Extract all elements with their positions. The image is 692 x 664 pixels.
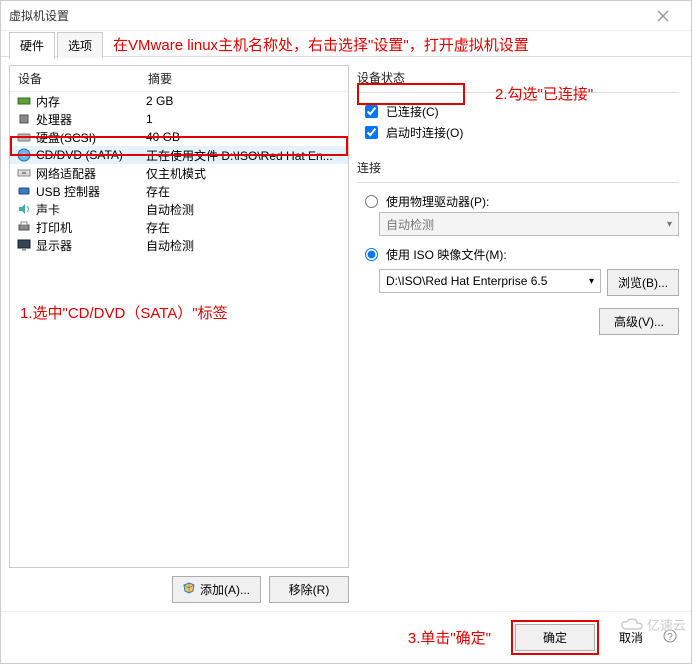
shield-icon — [183, 582, 195, 594]
device-status-group: 设备状态 已连接(C) 启动时连接(O) 2.勾选"已连接" — [357, 65, 679, 147]
iso-label: 使用 ISO 映像文件(M): — [386, 246, 507, 263]
tabs-row: 硬件 选项 在VMware linux主机名称处，右击选择"设置"，打开虚拟机设… — [1, 31, 691, 57]
hardware-rows: 内存 2 GB 处理器 1 硬盘(SCSI) 40 GB — [10, 92, 348, 567]
poweron-label: 启动时连接(O) — [386, 124, 463, 141]
device-label: 声卡 — [36, 201, 146, 218]
close-icon — [657, 10, 669, 22]
memory-icon — [16, 94, 32, 108]
hardware-list-header: 设备 摘要 — [10, 66, 348, 92]
device-label: 处理器 — [36, 111, 146, 128]
summary-label: 2 GB — [146, 94, 342, 108]
summary-label: 自动检测 — [146, 237, 342, 254]
device-label: USB 控制器 — [36, 183, 146, 200]
device-label: 显示器 — [36, 237, 146, 254]
summary-label: 40 GB — [146, 130, 342, 144]
tab-options[interactable]: 选项 — [57, 32, 103, 58]
hw-row-network[interactable]: 网络适配器 仅主机模式 — [10, 164, 348, 182]
close-button[interactable] — [643, 2, 683, 30]
add-label: 添加(A)... — [200, 583, 250, 597]
device-label: 内存 — [36, 93, 146, 110]
hw-row-memory[interactable]: 内存 2 GB — [10, 92, 348, 110]
hw-row-cpu[interactable]: 处理器 1 — [10, 110, 348, 128]
iso-radio-row[interactable]: 使用 ISO 映像文件(M): — [357, 244, 679, 265]
add-hardware-button[interactable]: 添加(A)... — [172, 576, 261, 603]
summary-label: 正在使用文件 D:\ISO\Red Hat En... — [146, 147, 342, 164]
cpu-icon — [16, 112, 32, 126]
summary-label: 1 — [146, 112, 342, 126]
footer: 3.单击"确定" 确定 取消 ? — [1, 611, 691, 663]
divider — [357, 182, 679, 183]
summary-label: 存在 — [146, 183, 342, 200]
help-icon[interactable]: ? — [663, 629, 677, 646]
settings-window: 虚拟机设置 硬件 选项 在VMware linux主机名称处，右击选择"设置"，… — [0, 0, 692, 664]
advanced-row: 高级(V)... — [357, 308, 679, 335]
summary-label: 仅主机模式 — [146, 165, 342, 182]
printer-icon — [16, 220, 32, 234]
body-area: 设备 摘要 内存 2 GB 处理器 1 — [1, 57, 691, 611]
left-buttons: 添加(A)... 移除(R) — [9, 576, 349, 603]
sound-icon — [16, 202, 32, 216]
physical-drive-label: 使用物理驱动器(P): — [386, 193, 489, 210]
device-label: 硬盘(SCSI) — [36, 129, 146, 146]
annotation-step1: 1.选中"CD/DVD（SATA）"标签 — [16, 300, 232, 325]
connection-group: 连接 使用物理驱动器(P): 自动检测 ▾ 使用 ISO 映像文件(M): — [357, 155, 679, 339]
physical-drive-dropdown-wrap: 自动检测 ▾ — [379, 212, 679, 236]
right-panel: 设备状态 已连接(C) 启动时连接(O) 2.勾选"已连接" 连接 — [357, 65, 683, 603]
tab-hardware[interactable]: 硬件 — [9, 32, 55, 59]
display-icon — [16, 238, 32, 252]
device-label: CD/DVD (SATA) — [36, 148, 146, 162]
iso-radio[interactable] — [365, 248, 378, 261]
chevron-down-icon: ▾ — [667, 219, 672, 230]
summary-label: 存在 — [146, 219, 342, 236]
connected-checkbox[interactable] — [365, 105, 378, 118]
hw-row-display[interactable]: 显示器 自动检测 — [10, 236, 348, 254]
disk-icon — [16, 130, 32, 144]
poweron-checkbox[interactable] — [365, 126, 378, 139]
left-panel: 设备 摘要 内存 2 GB 处理器 1 — [9, 65, 349, 603]
hw-row-usb[interactable]: USB 控制器 存在 — [10, 182, 348, 200]
browse-button[interactable]: 浏览(B)... — [607, 269, 679, 296]
usb-icon — [16, 184, 32, 198]
hardware-list: 设备 摘要 内存 2 GB 处理器 1 — [9, 65, 349, 568]
connection-title: 连接 — [357, 159, 679, 176]
col-device: 设备 — [18, 70, 148, 87]
physical-drive-dropdown: 自动检测 ▾ — [379, 212, 679, 236]
hw-row-disk[interactable]: 硬盘(SCSI) 40 GB — [10, 128, 348, 146]
physical-drive-radio[interactable] — [365, 195, 378, 208]
physical-drive-value: 自动检测 — [386, 216, 434, 233]
hw-row-sound[interactable]: 声卡 自动检测 — [10, 200, 348, 218]
hw-row-cddvd[interactable]: CD/DVD (SATA) 正在使用文件 D:\ISO\Red Hat En..… — [10, 146, 348, 164]
connected-label: 已连接(C) — [386, 103, 439, 120]
col-summary: 摘要 — [148, 70, 340, 87]
iso-row: D:\ISO\Red Hat Enterprise 6.5 ▾ 浏览(B)... — [379, 269, 679, 296]
advanced-button[interactable]: 高级(V)... — [599, 308, 679, 335]
svg-text:?: ? — [667, 632, 673, 643]
device-label: 打印机 — [36, 219, 146, 236]
iso-path-dropdown[interactable]: D:\ISO\Red Hat Enterprise 6.5 ▾ — [379, 269, 601, 293]
annotation-top: 在VMware linux主机名称处，右击选择"设置"，打开虚拟机设置 — [113, 34, 529, 55]
network-icon — [16, 166, 32, 180]
chevron-down-icon: ▾ — [589, 276, 594, 287]
hw-row-printer[interactable]: 打印机 存在 — [10, 218, 348, 236]
iso-path-value: D:\ISO\Red Hat Enterprise 6.5 — [386, 274, 547, 288]
connected-checkbox-row[interactable]: 已连接(C) — [357, 101, 679, 122]
cd-icon — [16, 148, 32, 162]
poweron-checkbox-row[interactable]: 启动时连接(O) — [357, 122, 679, 143]
annotation-step2: 2.勾选"已连接" — [495, 83, 593, 104]
annotation-box-ok: 确定 — [511, 620, 599, 655]
annotation-step3: 3.单击"确定" — [408, 627, 491, 648]
cancel-button[interactable]: 取消 — [609, 625, 653, 650]
titlebar: 虚拟机设置 — [1, 1, 691, 31]
ok-button[interactable]: 确定 — [515, 624, 595, 651]
window-title: 虚拟机设置 — [9, 7, 69, 24]
physical-drive-radio-row[interactable]: 使用物理驱动器(P): — [357, 191, 679, 212]
remove-hardware-button[interactable]: 移除(R) — [269, 576, 349, 603]
device-label: 网络适配器 — [36, 165, 146, 182]
summary-label: 自动检测 — [146, 201, 342, 218]
